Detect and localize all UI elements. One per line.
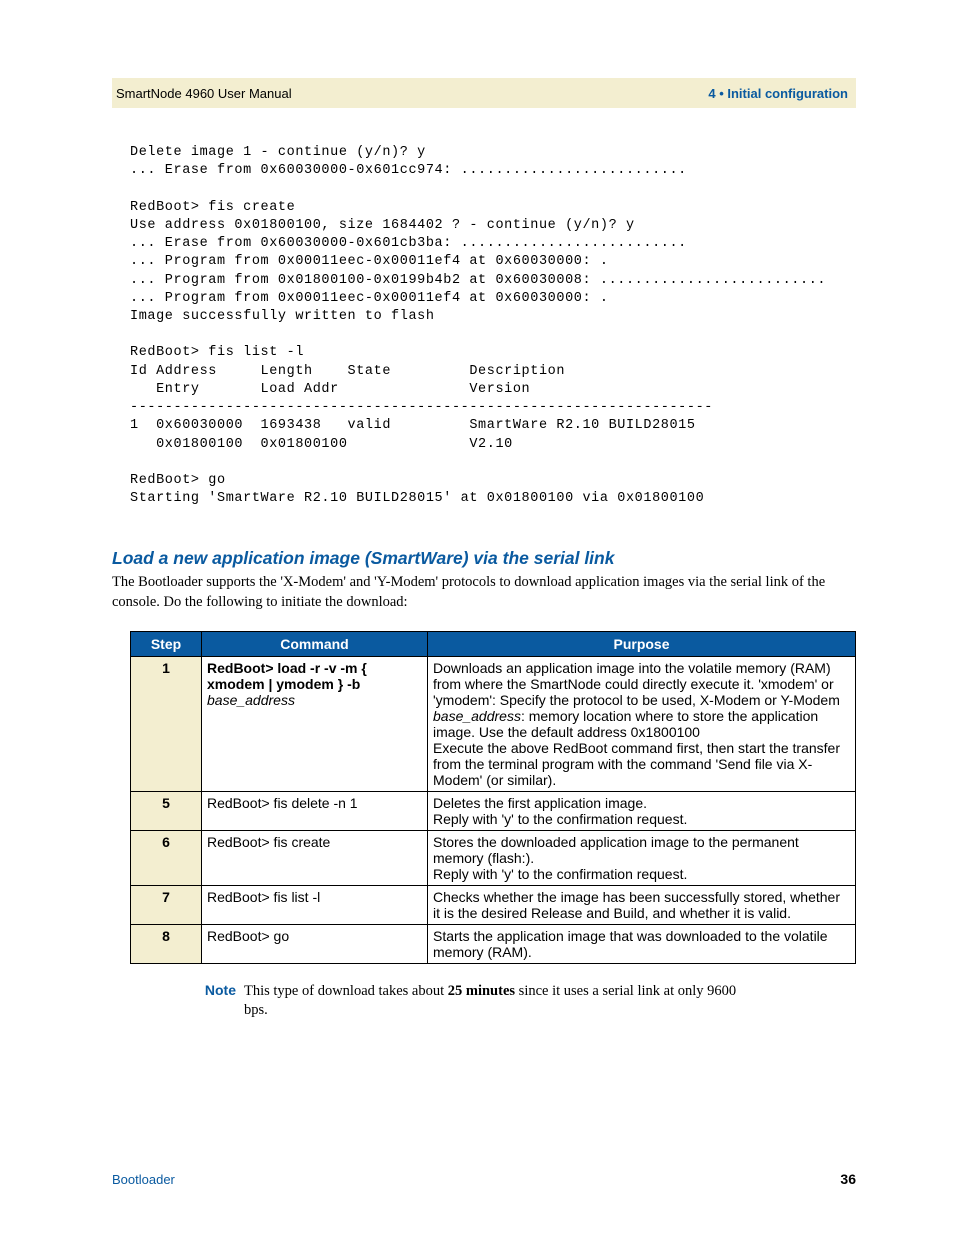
note-pre: This type of download takes about bbox=[244, 983, 448, 999]
purpose-cell: Deletes the first application image. Rep… bbox=[428, 791, 856, 830]
page: SmartNode 4960 User Manual 4 • Initial c… bbox=[0, 0, 954, 1235]
table-row: 1 RedBoot> load -r -v -m { xmodem | ymod… bbox=[131, 656, 856, 791]
table-row: 8 RedBoot> go Starts the application ima… bbox=[131, 924, 856, 963]
col-purpose: Purpose bbox=[428, 631, 856, 656]
note-bold: 25 minutes bbox=[448, 983, 515, 999]
table-row: 6 RedBoot> fis create Stores the downloa… bbox=[131, 830, 856, 885]
console-output: Delete image 1 - continue (y/n)? y ... E… bbox=[130, 144, 856, 508]
command-cell: RedBoot> go bbox=[202, 924, 428, 963]
step-number: 8 bbox=[131, 924, 202, 963]
step-number: 5 bbox=[131, 791, 202, 830]
section-paragraph: The Bootloader supports the 'X-Modem' an… bbox=[112, 573, 856, 612]
col-step: Step bbox=[131, 631, 202, 656]
purpose-cell: Checks whether the image has been succes… bbox=[428, 885, 856, 924]
footer-section: Bootloader bbox=[112, 1172, 175, 1187]
purpose-italic: base_address bbox=[433, 708, 521, 724]
table-header-row: Step Command Purpose bbox=[131, 631, 856, 656]
section-heading: Load a new application image (SmartWare)… bbox=[112, 548, 856, 569]
table-row: 5 RedBoot> fis delete -n 1 Deletes the f… bbox=[131, 791, 856, 830]
page-number: 36 bbox=[840, 1171, 856, 1187]
note-block: Note This type of download takes about 2… bbox=[180, 982, 856, 1021]
table-row: 7 RedBoot> fis list -l Checks whether th… bbox=[131, 885, 856, 924]
note-text: This type of download takes about 25 min… bbox=[244, 982, 754, 1021]
doc-title: SmartNode 4960 User Manual bbox=[116, 86, 292, 101]
step-number: 1 bbox=[131, 656, 202, 791]
purpose-cell: Starts the application image that was do… bbox=[428, 924, 856, 963]
command-bold: RedBoot> load -r -v -m { xmodem | ymodem… bbox=[207, 660, 367, 692]
command-cell: RedBoot> load -r -v -m { xmodem | ymodem… bbox=[202, 656, 428, 791]
command-cell: RedBoot> fis create bbox=[202, 830, 428, 885]
steps-table: Step Command Purpose 1 RedBoot> load -r … bbox=[130, 631, 856, 964]
header-band: SmartNode 4960 User Manual 4 • Initial c… bbox=[112, 78, 856, 108]
purpose-pre: Downloads an application image into the … bbox=[433, 660, 840, 708]
step-number: 7 bbox=[131, 885, 202, 924]
command-cell: RedBoot> fis delete -n 1 bbox=[202, 791, 428, 830]
purpose-cell: Downloads an application image into the … bbox=[428, 656, 856, 791]
step-number: 6 bbox=[131, 830, 202, 885]
chapter-title: 4 • Initial configuration bbox=[708, 86, 848, 101]
command-italic: base_address bbox=[207, 692, 295, 708]
command-cell: RedBoot> fis list -l bbox=[202, 885, 428, 924]
purpose-cell: Stores the downloaded application image … bbox=[428, 830, 856, 885]
note-label: Note bbox=[180, 982, 244, 1021]
page-footer: Bootloader 36 bbox=[112, 1171, 856, 1187]
col-command: Command bbox=[202, 631, 428, 656]
